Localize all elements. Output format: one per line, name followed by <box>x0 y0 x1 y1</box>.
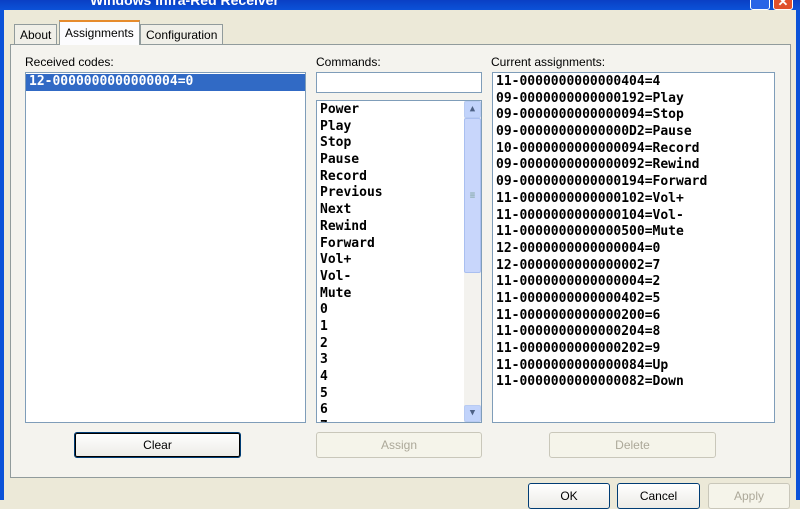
current-assignments-label: Current assignments: <box>491 55 606 69</box>
list-item[interactable]: 09-0000000000000192=Play <box>493 91 774 108</box>
clear-button[interactable]: Clear <box>74 432 241 458</box>
received-codes-label: Received codes: <box>25 55 114 69</box>
list-item[interactable]: Record <box>317 169 481 186</box>
list-item[interactable]: 09-0000000000000094=Stop <box>493 107 774 124</box>
scroll-up-icon[interactable]: ▲ <box>464 101 481 118</box>
received-codes-list[interactable]: 12-0000000000000004=0 <box>25 72 306 423</box>
list-item[interactable]: Mute <box>317 286 481 303</box>
apply-button[interactable]: Apply <box>708 483 790 509</box>
list-item[interactable]: 11-0000000000000204=8 <box>493 324 774 341</box>
list-item[interactable]: Play <box>317 119 481 136</box>
list-item[interactable]: 1 <box>317 319 481 336</box>
list-item[interactable]: 11-0000000000000004=2 <box>493 274 774 291</box>
cancel-button[interactable]: Cancel <box>617 483 700 509</box>
window-frame-right <box>796 10 800 500</box>
list-item[interactable]: Next <box>317 202 481 219</box>
list-item[interactable]: 11-0000000000000102=Vol+ <box>493 191 774 208</box>
list-item[interactable]: Power <box>317 102 481 119</box>
scroll-down-icon[interactable]: ▼ <box>464 405 481 422</box>
list-item[interactable]: Vol- <box>317 269 481 286</box>
window-frame-left <box>0 10 4 500</box>
list-item[interactable]: 11-0000000000000104=Vol- <box>493 208 774 225</box>
list-item[interactable]: Forward <box>317 236 481 253</box>
list-item[interactable]: Vol+ <box>317 252 481 269</box>
tab-about[interactable]: About <box>14 24 58 44</box>
list-item[interactable]: 2 <box>317 336 481 353</box>
commands-label: Commands: <box>316 55 381 69</box>
command-input[interactable] <box>316 72 482 93</box>
list-item[interactable]: 09-0000000000000092=Rewind <box>493 157 774 174</box>
list-item[interactable]: 0 <box>317 302 481 319</box>
list-item[interactable]: 11-0000000000000402=5 <box>493 291 774 308</box>
list-item[interactable]: 5 <box>317 386 481 403</box>
list-item[interactable]: 6 <box>317 402 481 419</box>
tab-configuration[interactable]: Configuration <box>140 24 224 44</box>
assign-button[interactable]: Assign <box>316 432 482 458</box>
commands-scrollbar[interactable]: ▲ ≡ ▼ <box>464 101 481 422</box>
tab-assignments[interactable]: Assignments <box>59 20 140 45</box>
list-item[interactable]: 3 <box>317 352 481 369</box>
delete-button[interactable]: Delete <box>549 432 716 458</box>
list-item[interactable]: Previous <box>317 185 481 202</box>
help-button[interactable] <box>750 0 770 10</box>
list-item[interactable]: 11-0000000000000500=Mute <box>493 224 774 241</box>
list-item[interactable]: 7 <box>317 419 481 422</box>
commands-list[interactable]: Power Play Stop Pause Record Previous Next Rewi… <box>316 100 482 423</box>
list-item[interactable]: 09-0000000000000194=Forward <box>493 174 774 191</box>
list-item[interactable]: 11-0000000000000200=6 <box>493 308 774 325</box>
list-item[interactable]: Rewind <box>317 219 481 236</box>
list-item[interactable]: 11-0000000000000202=9 <box>493 341 774 358</box>
list-item[interactable]: 10-0000000000000094=Record <box>493 141 774 158</box>
list-item[interactable]: 12-0000000000000004=0 <box>26 74 305 91</box>
list-item[interactable]: Stop <box>317 135 481 152</box>
list-item[interactable]: Pause <box>317 152 481 169</box>
list-item[interactable]: 09-00000000000000D2=Pause <box>493 124 774 141</box>
list-item[interactable]: 12-0000000000000002=7 <box>493 258 774 275</box>
title-bar: Windows Infra-Red Receiver <box>0 0 800 10</box>
list-item[interactable]: 11-0000000000000082=Down <box>493 374 774 391</box>
list-item[interactable]: 12-0000000000000004=0 <box>493 241 774 258</box>
close-button[interactable]: ✕ <box>773 0 793 10</box>
scroll-thumb[interactable]: ≡ <box>464 118 481 273</box>
close-icon: ✕ <box>777 0 789 9</box>
current-assignments-list[interactable]: 11-0000000000000404=4 09-0000000000000192… <box>492 72 775 423</box>
list-item[interactable]: 4 <box>317 369 481 386</box>
list-item[interactable]: 11-0000000000000404=4 <box>493 74 774 91</box>
ok-button[interactable]: OK <box>528 483 610 509</box>
list-item[interactable]: 11-0000000000000084=Up <box>493 358 774 375</box>
window-title: Windows Infra-Red Receiver <box>90 0 279 8</box>
